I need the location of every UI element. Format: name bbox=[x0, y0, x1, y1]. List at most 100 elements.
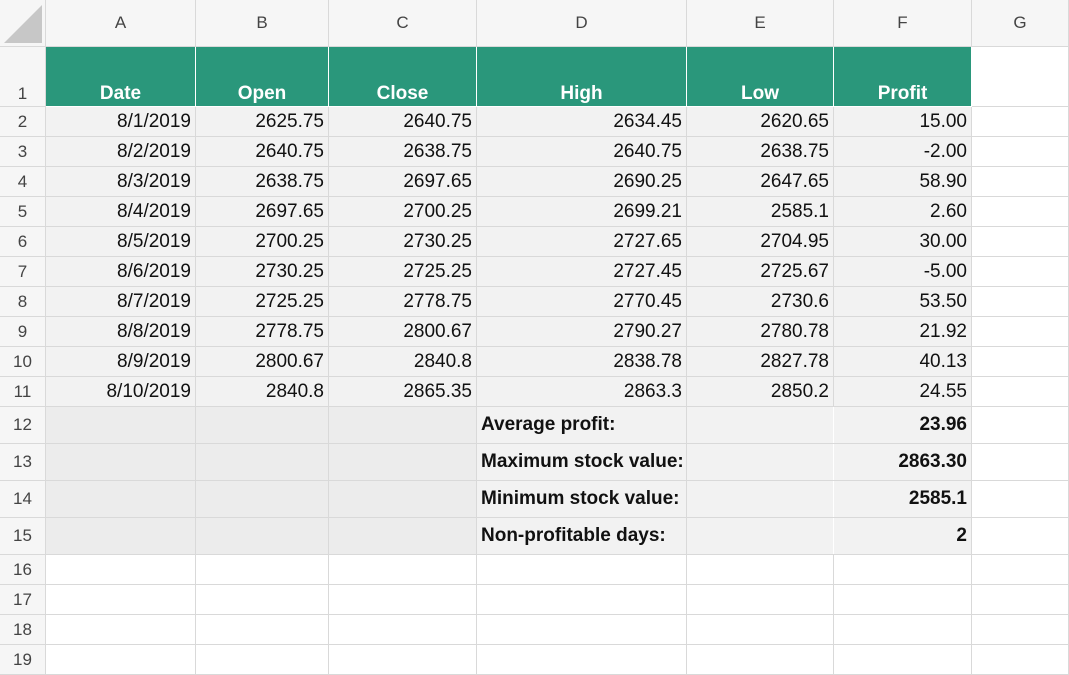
data-cell-d8[interactable]: 2770.45 bbox=[477, 287, 687, 317]
column-header-g[interactable]: G bbox=[972, 0, 1069, 47]
row-header-2[interactable]: 2 bbox=[0, 107, 46, 137]
row-header-17[interactable]: 17 bbox=[0, 585, 46, 615]
cell-b19[interactable] bbox=[196, 645, 329, 675]
data-cell-f11[interactable]: 24.55 bbox=[834, 377, 972, 407]
data-cell-d9[interactable]: 2790.27 bbox=[477, 317, 687, 347]
cell-g1[interactable] bbox=[972, 47, 1069, 107]
row-header-9[interactable]: 9 bbox=[0, 317, 46, 347]
cell-e16[interactable] bbox=[687, 555, 834, 585]
data-cell-b6[interactable]: 2700.25 bbox=[196, 227, 329, 257]
summary-label[interactable]: Non-profitable days: bbox=[477, 518, 834, 555]
data-cell-b11[interactable]: 2840.8 bbox=[196, 377, 329, 407]
row-header-8[interactable]: 8 bbox=[0, 287, 46, 317]
row-header-10[interactable]: 10 bbox=[0, 347, 46, 377]
data-cell-f6[interactable]: 30.00 bbox=[834, 227, 972, 257]
row-header-13[interactable]: 13 bbox=[0, 444, 46, 481]
summary-value[interactable]: 2863.30 bbox=[834, 444, 972, 481]
cell-g9[interactable] bbox=[972, 317, 1069, 347]
cell-b18[interactable] bbox=[196, 615, 329, 645]
cell-e18[interactable] bbox=[687, 615, 834, 645]
cell-g13[interactable] bbox=[972, 444, 1069, 481]
cell-d19[interactable] bbox=[477, 645, 687, 675]
cell-b17[interactable] bbox=[196, 585, 329, 615]
data-cell-a10[interactable]: 8/9/2019 bbox=[46, 347, 196, 377]
summary-blank-c12[interactable] bbox=[329, 407, 477, 444]
summary-blank-a14[interactable] bbox=[46, 481, 196, 518]
summary-blank-b12[interactable] bbox=[196, 407, 329, 444]
cell-g7[interactable] bbox=[972, 257, 1069, 287]
column-header-e[interactable]: E bbox=[687, 0, 834, 47]
cell-c19[interactable] bbox=[329, 645, 477, 675]
data-cell-d10[interactable]: 2838.78 bbox=[477, 347, 687, 377]
cell-e17[interactable] bbox=[687, 585, 834, 615]
data-cell-a6[interactable]: 8/5/2019 bbox=[46, 227, 196, 257]
cell-g11[interactable] bbox=[972, 377, 1069, 407]
data-cell-c8[interactable]: 2778.75 bbox=[329, 287, 477, 317]
summary-blank-a15[interactable] bbox=[46, 518, 196, 555]
summary-blank-b14[interactable] bbox=[196, 481, 329, 518]
cell-g3[interactable] bbox=[972, 137, 1069, 167]
data-cell-f3[interactable]: -2.00 bbox=[834, 137, 972, 167]
cell-a18[interactable] bbox=[46, 615, 196, 645]
select-all-corner[interactable] bbox=[0, 0, 46, 47]
data-cell-c7[interactable]: 2725.25 bbox=[329, 257, 477, 287]
summary-value[interactable]: 2 bbox=[834, 518, 972, 555]
cell-f16[interactable] bbox=[834, 555, 972, 585]
data-cell-b5[interactable]: 2697.65 bbox=[196, 197, 329, 227]
data-cell-f10[interactable]: 40.13 bbox=[834, 347, 972, 377]
data-cell-f8[interactable]: 53.50 bbox=[834, 287, 972, 317]
cell-g8[interactable] bbox=[972, 287, 1069, 317]
column-header-c[interactable]: C bbox=[329, 0, 477, 47]
cell-f19[interactable] bbox=[834, 645, 972, 675]
cell-b16[interactable] bbox=[196, 555, 329, 585]
data-cell-e3[interactable]: 2638.75 bbox=[687, 137, 834, 167]
cell-c18[interactable] bbox=[329, 615, 477, 645]
cell-g2[interactable] bbox=[972, 107, 1069, 137]
row-header-12[interactable]: 12 bbox=[0, 407, 46, 444]
data-cell-b3[interactable]: 2640.75 bbox=[196, 137, 329, 167]
summary-label[interactable]: Minimum stock value: bbox=[477, 481, 834, 518]
row-header-11[interactable]: 11 bbox=[0, 377, 46, 407]
data-cell-f2[interactable]: 15.00 bbox=[834, 107, 972, 137]
data-cell-e9[interactable]: 2780.78 bbox=[687, 317, 834, 347]
data-cell-e5[interactable]: 2585.1 bbox=[687, 197, 834, 227]
cell-g19[interactable] bbox=[972, 645, 1069, 675]
cell-g6[interactable] bbox=[972, 227, 1069, 257]
data-cell-b2[interactable]: 2625.75 bbox=[196, 107, 329, 137]
row-header-19[interactable]: 19 bbox=[0, 645, 46, 675]
summary-label[interactable]: Maximum stock value: bbox=[477, 444, 834, 481]
summary-value[interactable]: 2585.1 bbox=[834, 481, 972, 518]
data-cell-a2[interactable]: 8/1/2019 bbox=[46, 107, 196, 137]
header-cell-low[interactable]: Low bbox=[687, 47, 834, 107]
data-cell-c3[interactable]: 2638.75 bbox=[329, 137, 477, 167]
cell-f17[interactable] bbox=[834, 585, 972, 615]
data-cell-f5[interactable]: 2.60 bbox=[834, 197, 972, 227]
row-header-1[interactable]: 1 bbox=[0, 47, 46, 107]
data-cell-c10[interactable]: 2840.8 bbox=[329, 347, 477, 377]
cell-g14[interactable] bbox=[972, 481, 1069, 518]
data-cell-d11[interactable]: 2863.3 bbox=[477, 377, 687, 407]
cell-a19[interactable] bbox=[46, 645, 196, 675]
header-cell-open[interactable]: Open bbox=[196, 47, 329, 107]
summary-blank-b13[interactable] bbox=[196, 444, 329, 481]
cell-f18[interactable] bbox=[834, 615, 972, 645]
data-cell-b7[interactable]: 2730.25 bbox=[196, 257, 329, 287]
summary-blank-c13[interactable] bbox=[329, 444, 477, 481]
data-cell-c4[interactable]: 2697.65 bbox=[329, 167, 477, 197]
row-header-3[interactable]: 3 bbox=[0, 137, 46, 167]
cell-d16[interactable] bbox=[477, 555, 687, 585]
data-cell-c6[interactable]: 2730.25 bbox=[329, 227, 477, 257]
data-cell-f7[interactable]: -5.00 bbox=[834, 257, 972, 287]
data-cell-a11[interactable]: 8/10/2019 bbox=[46, 377, 196, 407]
data-cell-e7[interactable]: 2725.67 bbox=[687, 257, 834, 287]
summary-blank-a13[interactable] bbox=[46, 444, 196, 481]
data-cell-c11[interactable]: 2865.35 bbox=[329, 377, 477, 407]
data-cell-a5[interactable]: 8/4/2019 bbox=[46, 197, 196, 227]
row-header-18[interactable]: 18 bbox=[0, 615, 46, 645]
data-cell-e4[interactable]: 2647.65 bbox=[687, 167, 834, 197]
summary-value[interactable]: 23.96 bbox=[834, 407, 972, 444]
cell-g12[interactable] bbox=[972, 407, 1069, 444]
data-cell-b4[interactable]: 2638.75 bbox=[196, 167, 329, 197]
data-cell-a7[interactable]: 8/6/2019 bbox=[46, 257, 196, 287]
data-cell-a4[interactable]: 8/3/2019 bbox=[46, 167, 196, 197]
